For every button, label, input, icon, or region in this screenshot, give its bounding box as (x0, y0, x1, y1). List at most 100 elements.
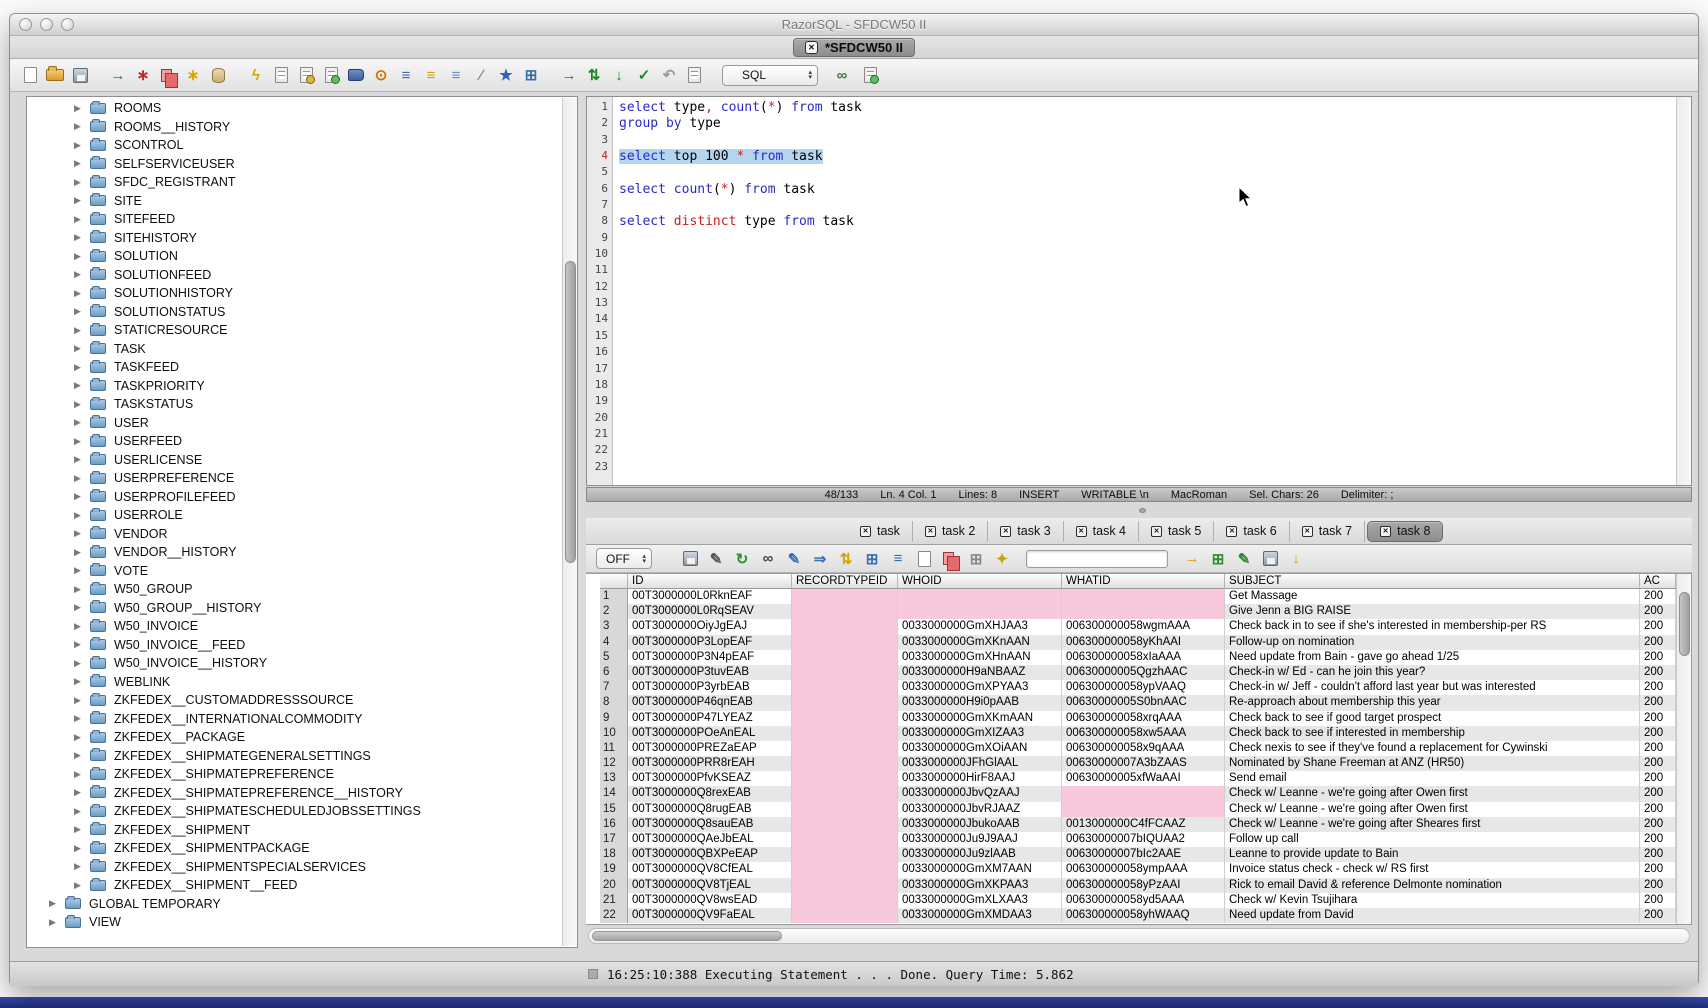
disclosure-triangle-icon[interactable]: ▶ (74, 750, 86, 761)
primary-key-icon[interactable]: ✦ (992, 549, 1012, 569)
disclosure-triangle-icon[interactable]: ▶ (74, 232, 86, 243)
table-row[interactable]: 500T3000000P3N4pEAF0033000000GmXHnAAN006… (600, 650, 1676, 665)
table-row[interactable]: 2100T3000000QV8wsEAD0033000000GmXLXAA300… (600, 893, 1676, 908)
results-tab[interactable]: ✕task 7 (1290, 521, 1365, 542)
sql-code-area[interactable]: select type, count(*) from taskgroup by … (619, 100, 1675, 476)
table-row[interactable]: 100T3000000L0RknEAFGet Massage200 (600, 589, 1676, 604)
disclosure-triangle-icon[interactable]: ▶ (74, 380, 86, 391)
copy-results-icon[interactable] (940, 549, 960, 569)
table-row[interactable]: 2200T3000000QV9FaEAL0033000000GmXMDAA300… (600, 908, 1676, 923)
refresh-arrows-icon[interactable]: ⇅ (584, 65, 604, 85)
tree-item[interactable]: ▶GLOBAL TEMPORARY (27, 895, 561, 914)
list-icon[interactable]: ≡ (396, 65, 416, 85)
column-header[interactable]: ID (628, 574, 792, 589)
sort-columns-icon[interactable]: ⇅ (836, 549, 856, 569)
results-filter-input[interactable] (1026, 550, 1168, 568)
disclosure-triangle-icon[interactable]: ▶ (74, 639, 86, 650)
results-tab[interactable]: ✕task 3 (988, 521, 1063, 542)
tree-item[interactable]: ▶ZKFEDEX__CUSTOMADDRESSSOURCE (27, 691, 561, 710)
table-row[interactable]: 1200T3000000PRR8rEAH0033000000JFhGlAAL00… (600, 756, 1676, 771)
save-changes-icon[interactable] (1260, 549, 1280, 569)
table-row[interactable]: 1600T3000000Q8sauEAB0033000000JbukoAAB00… (600, 817, 1676, 832)
new-file-icon[interactable] (20, 65, 40, 85)
column-header[interactable]: AC (1640, 574, 1676, 589)
tree-item[interactable]: ▶SCONTROL (27, 136, 561, 155)
sql-editor[interactable]: 1234567891011121314151617181920212223 se… (586, 96, 1692, 486)
disclosure-triangle-icon[interactable]: ▶ (74, 140, 86, 151)
insert-row-icon[interactable]: ⊞ (1208, 549, 1228, 569)
column-header[interactable]: RECORDTYPEID (792, 574, 898, 589)
window-titlebar[interactable]: RazorSQL - SFDCW50 II (10, 14, 1698, 36)
view-record-glasses-icon[interactable]: ∞ (758, 549, 778, 569)
close-window-button[interactable] (19, 18, 32, 31)
tree-item[interactable]: ▶USERPREFERENCE (27, 469, 561, 488)
tree-item[interactable]: ▶STATICRESOURCE (27, 321, 561, 340)
tree-item[interactable]: ▶ZKFEDEX__PACKAGE (27, 728, 561, 747)
edit-record-icon[interactable]: ✎ (784, 549, 804, 569)
minimize-window-button[interactable] (40, 18, 53, 31)
disclosure-triangle-icon[interactable]: ▶ (49, 898, 61, 909)
tree-item[interactable]: ▶ZKFEDEX__SHIPMATESCHEDULEDJOBSSETTINGS (27, 802, 561, 821)
tree-item[interactable]: ▶SOLUTION (27, 247, 561, 266)
describe-results-icon[interactable]: ≡ (888, 549, 908, 569)
tree-item[interactable]: ▶SFDC_REGISTRANT (27, 173, 561, 192)
disclosure-triangle-icon[interactable]: ▶ (74, 436, 86, 447)
zoom-window-button[interactable] (61, 18, 74, 31)
tree-item[interactable]: ▶W50_GROUP (27, 580, 561, 599)
disclosure-triangle-icon[interactable]: ▶ (74, 362, 86, 373)
tree-item[interactable]: ▶ZKFEDEX__SHIPMENTPACKAGE (27, 839, 561, 858)
history-icon[interactable]: ⊙ (371, 65, 391, 85)
disclosure-triangle-icon[interactable]: ▶ (74, 676, 86, 687)
tree-item[interactable]: ▶ROOMS (27, 99, 561, 118)
document-tab[interactable]: ✕ *SFDCW50 II (793, 38, 915, 57)
format-pencil-icon[interactable]: ∕ (471, 65, 491, 85)
disclosure-triangle-icon[interactable]: ▶ (74, 602, 86, 613)
tree-item[interactable]: ▶SOLUTIONSTATUS (27, 303, 561, 322)
view-text-icon[interactable] (914, 549, 934, 569)
tab-close-icon[interactable]: ✕ (860, 526, 871, 537)
disclosure-triangle-icon[interactable]: ▶ (74, 343, 86, 354)
describe-table-icon[interactable] (271, 65, 291, 85)
tab-close-icon[interactable]: ✕ (1000, 526, 1011, 537)
connect-icon[interactable]: → (108, 65, 128, 85)
results-tab[interactable]: ✕task 6 (1214, 521, 1289, 542)
go-filter-icon[interactable]: → (1182, 549, 1202, 569)
split-grip-icon[interactable] (1139, 508, 1146, 513)
commit-check-icon[interactable]: ✓ (634, 65, 654, 85)
column-header[interactable]: WHATID (1062, 574, 1225, 589)
execute-lightning-icon[interactable]: ϟ (246, 65, 266, 85)
results-format-icon[interactable] (860, 65, 880, 85)
disclosure-triangle-icon[interactable]: ▶ (74, 325, 86, 336)
results-vscroll[interactable] (1676, 574, 1691, 924)
export-table-icon[interactable]: ⊞ (521, 65, 541, 85)
tree-item[interactable]: ▶W50_INVOICE__HISTORY (27, 654, 561, 673)
tree-item[interactable]: ▶SITEHISTORY (27, 229, 561, 248)
tree-scrollbar-thumb[interactable] (565, 261, 576, 563)
tree-item[interactable]: ▶VIEW (27, 913, 561, 932)
results-tab[interactable]: ✕task 5 (1139, 521, 1214, 542)
disclosure-triangle-icon[interactable]: ▶ (74, 510, 86, 521)
disclosure-triangle-icon[interactable]: ▶ (74, 769, 86, 780)
edit-list-icon[interactable]: ≡ (421, 65, 441, 85)
disclosure-triangle-icon[interactable]: ▶ (74, 713, 86, 724)
tree-item[interactable]: ▶W50_INVOICE (27, 617, 561, 636)
tree-item[interactable]: ▶USERFEED (27, 432, 561, 451)
disclosure-triangle-icon[interactable]: ▶ (74, 195, 86, 206)
tab-close-icon[interactable]: ✕ (1302, 526, 1313, 537)
tree-item[interactable]: ▶SOLUTIONHISTORY (27, 284, 561, 303)
table-row[interactable]: 200T3000000L0RqSEAVGive Jenn a BIG RAISE… (600, 604, 1676, 619)
table-row[interactable]: 1500T3000000Q8rugEAB0033000000JbvRJAAZCh… (600, 802, 1676, 817)
tree-item[interactable]: ▶TASKFEED (27, 358, 561, 377)
disclosure-triangle-icon[interactable]: ▶ (74, 843, 86, 854)
results-tab[interactable]: ✕task 4 (1064, 521, 1139, 542)
disclosure-triangle-icon[interactable]: ▶ (74, 214, 86, 225)
table-row[interactable]: 600T3000000P3tuvEAB0033000000H9aNBAAZ006… (600, 665, 1676, 680)
copy-table-icon[interactable]: ⊞ (966, 549, 986, 569)
table-row[interactable]: 1700T3000000QAeJbEAL0033000000Ju9J9AAJ00… (600, 832, 1676, 847)
disclosure-triangle-icon[interactable]: ▶ (74, 787, 86, 798)
log-page-icon[interactable] (684, 65, 704, 85)
tab-close-icon[interactable]: ✕ (1380, 526, 1391, 537)
tree-scrollbar[interactable] (562, 98, 577, 946)
tree-item[interactable]: ▶USERPROFILEFEED (27, 488, 561, 507)
disclosure-triangle-icon[interactable]: ▶ (74, 621, 86, 632)
